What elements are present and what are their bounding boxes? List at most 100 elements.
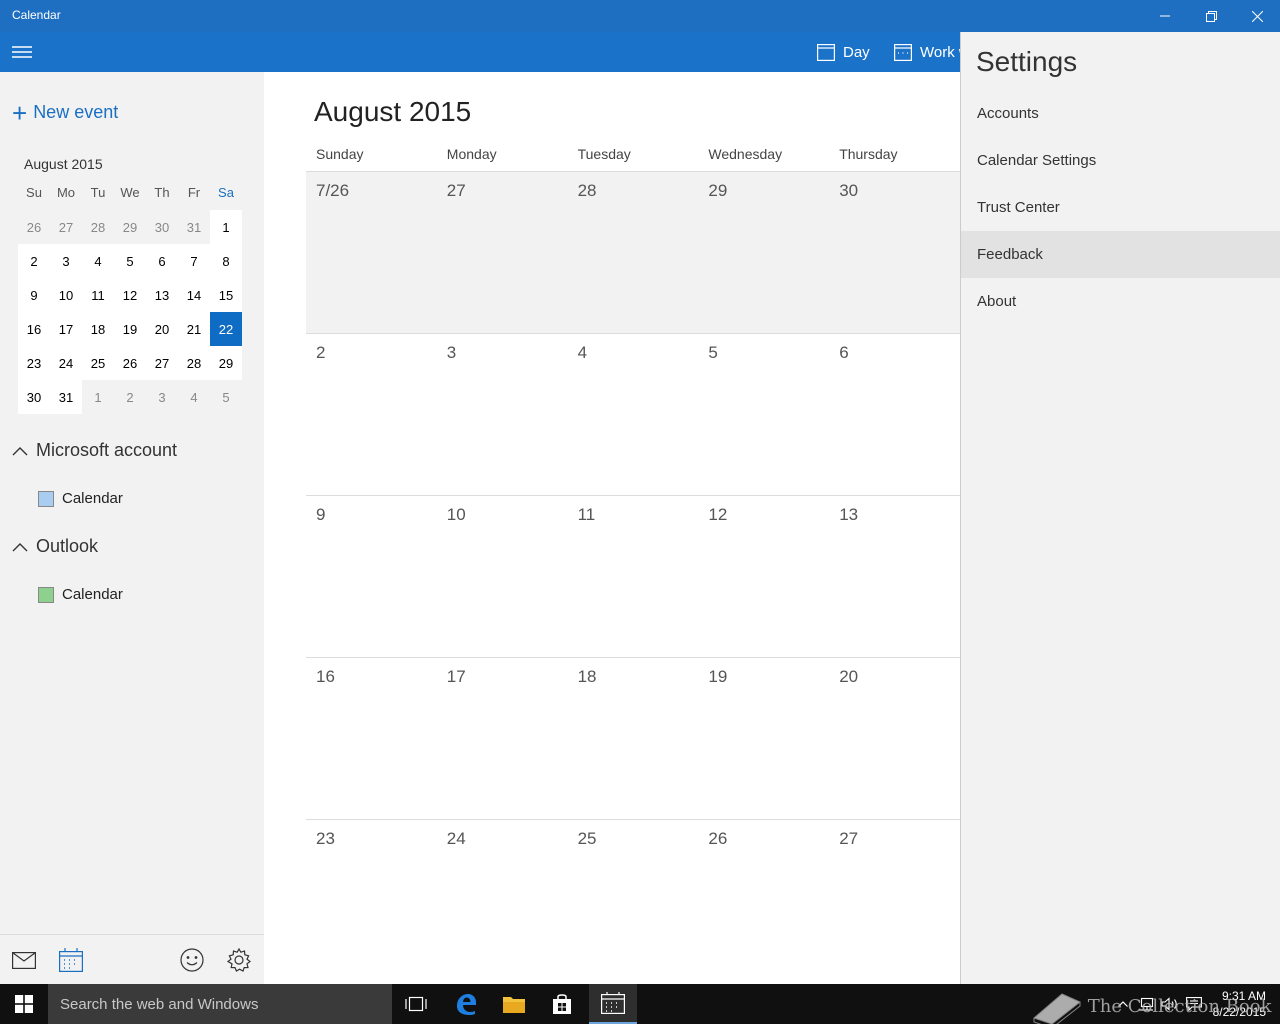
mini-calendar-day[interactable]: 13 bbox=[146, 278, 178, 312]
mini-calendar-day[interactable]: 14 bbox=[178, 278, 210, 312]
day-cell[interactable]: 5 bbox=[698, 334, 829, 495]
mini-calendar-day[interactable]: 9 bbox=[18, 278, 50, 312]
mini-calendar-day[interactable]: 16 bbox=[18, 312, 50, 346]
close-button[interactable] bbox=[1234, 0, 1280, 32]
settings-item-about[interactable]: About bbox=[961, 278, 1280, 325]
mail-button[interactable] bbox=[11, 947, 37, 973]
mini-calendar-day[interactable]: 1 bbox=[210, 210, 242, 244]
mini-calendar-day[interactable]: 6 bbox=[146, 244, 178, 278]
day-cell[interactable]: 17 bbox=[437, 658, 568, 819]
restore-button[interactable] bbox=[1188, 0, 1234, 32]
mini-calendar-day[interactable]: 26 bbox=[18, 210, 50, 244]
mini-calendar-day[interactable]: 21 bbox=[178, 312, 210, 346]
day-cell[interactable]: 25 bbox=[568, 820, 699, 981]
mini-calendar-day[interactable]: 27 bbox=[146, 346, 178, 380]
mini-calendar-day[interactable]: 8 bbox=[210, 244, 242, 278]
hamburger-menu-button[interactable] bbox=[0, 32, 44, 72]
day-cell[interactable]: 18 bbox=[568, 658, 699, 819]
mini-calendar-day[interactable]: 15 bbox=[210, 278, 242, 312]
day-cell[interactable]: 24 bbox=[437, 820, 568, 981]
mini-calendar-day[interactable]: 5 bbox=[114, 244, 146, 278]
mini-calendar-day[interactable]: 30 bbox=[18, 380, 50, 414]
calendar-item-outlook[interactable]: Calendar bbox=[38, 586, 123, 603]
calendar-item-microsoft[interactable]: Calendar bbox=[38, 490, 123, 507]
day-cell[interactable]: 23 bbox=[306, 820, 437, 981]
smiley-icon bbox=[180, 948, 204, 972]
day-cell[interactable]: 12 bbox=[698, 496, 829, 657]
day-cell[interactable]: 27 bbox=[437, 172, 568, 333]
mini-calendar-day[interactable]: 11 bbox=[82, 278, 114, 312]
edge-browser-button[interactable] bbox=[442, 984, 490, 1024]
mini-calendar-day[interactable]: 29 bbox=[210, 346, 242, 380]
mini-calendar-day[interactable]: 29 bbox=[114, 210, 146, 244]
mini-calendar-day[interactable]: 31 bbox=[178, 210, 210, 244]
settings-button[interactable] bbox=[226, 947, 252, 973]
day-cell[interactable]: 7/26 bbox=[306, 172, 437, 333]
mini-calendar-day[interactable]: 23 bbox=[18, 346, 50, 380]
mini-calendar-day[interactable]: 20 bbox=[146, 312, 178, 346]
mini-calendar-day[interactable]: 26 bbox=[114, 346, 146, 380]
settings-item-accounts[interactable]: Accounts bbox=[961, 90, 1280, 137]
mini-calendar-day[interactable]: 25 bbox=[82, 346, 114, 380]
mini-calendar-day[interactable]: 2 bbox=[114, 380, 146, 414]
day-cell[interactable]: 16 bbox=[306, 658, 437, 819]
day-cell[interactable]: 11 bbox=[568, 496, 699, 657]
mini-calendar-day[interactable]: 28 bbox=[178, 346, 210, 380]
day-cell[interactable]: 2 bbox=[306, 334, 437, 495]
mini-calendar-title[interactable]: August 2015 bbox=[24, 156, 103, 172]
mini-calendar-day[interactable]: 27 bbox=[50, 210, 82, 244]
taskbar-search-box[interactable]: Search the web and Windows bbox=[48, 984, 392, 1024]
mini-calendar-day[interactable]: 2 bbox=[18, 244, 50, 278]
mini-calendar-day-today[interactable]: 22 bbox=[210, 312, 242, 346]
mini-calendar-week: 2345678 bbox=[18, 244, 243, 278]
file-explorer-button[interactable] bbox=[490, 984, 538, 1024]
mini-calendar-day[interactable]: 5 bbox=[210, 380, 242, 414]
weekday-header: Wednesday bbox=[708, 146, 783, 162]
mini-calendar-day[interactable]: 3 bbox=[50, 244, 82, 278]
day-cell[interactable]: 20 bbox=[829, 658, 960, 819]
day-cell[interactable]: 26 bbox=[698, 820, 829, 981]
day-cell[interactable]: 9 bbox=[306, 496, 437, 657]
gear-icon bbox=[227, 948, 251, 972]
mini-calendar-day[interactable]: 31 bbox=[50, 380, 82, 414]
day-cell[interactable]: 27 bbox=[829, 820, 960, 981]
mini-calendar-day[interactable]: 10 bbox=[50, 278, 82, 312]
day-cell[interactable]: 3 bbox=[437, 334, 568, 495]
start-button[interactable] bbox=[0, 984, 48, 1024]
day-view-button[interactable]: Day bbox=[817, 32, 870, 72]
day-cell[interactable]: 6 bbox=[829, 334, 960, 495]
mini-calendar-day[interactable]: 3 bbox=[146, 380, 178, 414]
hamburger-icon bbox=[12, 46, 32, 58]
day-cell[interactable]: 19 bbox=[698, 658, 829, 819]
day-cell[interactable]: 29 bbox=[698, 172, 829, 333]
mini-calendar-day[interactable]: 28 bbox=[82, 210, 114, 244]
work-week-view-button[interactable]: Work w bbox=[894, 32, 970, 72]
settings-item-feedback[interactable]: Feedback bbox=[961, 231, 1280, 278]
account-header-outlook[interactable]: Outlook bbox=[12, 536, 98, 557]
mini-calendar-day[interactable]: 30 bbox=[146, 210, 178, 244]
mini-calendar-day[interactable]: 24 bbox=[50, 346, 82, 380]
settings-item-calendar-settings[interactable]: Calendar Settings bbox=[961, 137, 1280, 184]
mini-calendar-day[interactable]: 4 bbox=[178, 380, 210, 414]
day-cell[interactable]: 30 bbox=[829, 172, 960, 333]
day-cell[interactable]: 4 bbox=[568, 334, 699, 495]
mini-calendar-day[interactable]: 17 bbox=[50, 312, 82, 346]
mini-calendar-day[interactable]: 7 bbox=[178, 244, 210, 278]
mini-calendar-day[interactable]: 12 bbox=[114, 278, 146, 312]
calendar-taskbar-button[interactable] bbox=[589, 984, 637, 1024]
account-header-microsoft[interactable]: Microsoft account bbox=[12, 440, 177, 461]
task-view-button[interactable] bbox=[392, 984, 440, 1024]
settings-item-trust-center[interactable]: Trust Center bbox=[961, 184, 1280, 231]
mini-calendar-day[interactable]: 19 bbox=[114, 312, 146, 346]
store-button[interactable] bbox=[538, 984, 586, 1024]
mini-calendar-day[interactable]: 18 bbox=[82, 312, 114, 346]
day-cell[interactable]: 28 bbox=[568, 172, 699, 333]
minimize-button[interactable] bbox=[1142, 0, 1188, 32]
new-event-button[interactable]: + New event bbox=[12, 100, 118, 126]
mini-calendar-day[interactable]: 4 bbox=[82, 244, 114, 278]
day-cell[interactable]: 13 bbox=[829, 496, 960, 657]
mini-calendar-day[interactable]: 1 bbox=[82, 380, 114, 414]
calendar-app-button[interactable] bbox=[58, 947, 84, 973]
day-cell[interactable]: 10 bbox=[437, 496, 568, 657]
feedback-button[interactable] bbox=[179, 947, 205, 973]
